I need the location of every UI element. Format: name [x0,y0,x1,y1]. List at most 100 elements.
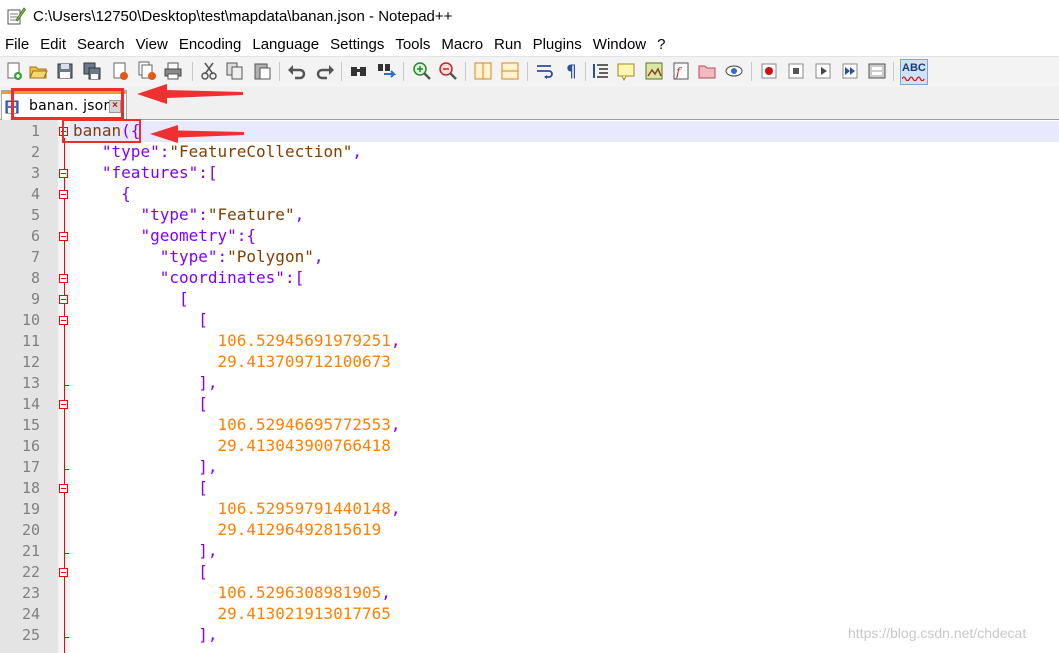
code-punctuation: ], [198,625,218,644]
menu-search[interactable]: Search [72,36,131,53]
line-number: 8 [30,269,40,287]
line-number: 3 [30,164,40,182]
code-punctuation: , [390,331,401,350]
stop-recording-icon[interactable] [786,61,806,81]
line-number: 25 [21,626,40,644]
word-wrap-icon[interactable] [535,61,555,81]
record-macro-icon[interactable] [759,61,779,81]
close-all-icon[interactable] [137,61,157,81]
line-number: 7 [30,248,40,266]
close-icon[interactable] [110,61,130,81]
play-macro-icon[interactable] [813,61,833,81]
line-number: 20 [21,521,40,539]
code-line-15: 106.52946695772553, [73,415,401,434]
line-number-gutter: 1 2 3 4 5 6 7 8 9 10 11 12 13 14 15 16 1… [0,120,58,653]
menu-encoding[interactable]: Encoding [174,36,248,53]
code-number: 106.5296308981905 [217,583,382,602]
fold-toggle-icon[interactable] [59,484,68,493]
fold-toggle-icon[interactable] [59,316,68,325]
menu-tools[interactable]: Tools [390,36,436,53]
language-icon[interactable] [616,61,636,81]
cut-icon[interactable] [199,61,219,81]
save-all-icon[interactable] [82,61,102,81]
tab-annotation-arrow [137,84,243,104]
line-number: 10 [21,311,40,329]
fold-toggle-icon[interactable] [59,232,68,241]
save-icon[interactable] [55,61,75,81]
menu-edit[interactable]: Edit [35,36,72,53]
sync-horizontal-icon[interactable] [500,61,520,81]
menu-file[interactable]: File [0,36,35,53]
editor[interactable]: 1 2 3 4 5 6 7 8 9 10 11 12 13 14 15 16 1… [0,120,1059,653]
menu-settings[interactable]: Settings [325,36,390,53]
toolbar-separator [585,62,586,81]
undo-icon[interactable] [287,61,307,81]
toolbar-separator [403,62,404,81]
folder-as-workspace-icon[interactable] [697,61,717,81]
toolbar-separator [751,62,752,81]
code-line-19: 106.52959791440148, [73,499,401,518]
fold-toggle-icon[interactable] [59,400,68,409]
code-number: 29.413021913017765 [217,604,391,623]
menu-macro[interactable]: Macro [436,36,489,53]
code-punctuation: : [217,247,228,266]
menu-view[interactable]: View [131,36,174,53]
title-bar: C:\Users\12750\Desktop\test\mapdata\bana… [0,0,1059,32]
line-number: 4 [30,185,40,203]
code-punctuation: , [390,499,401,518]
code-line-22: [ [73,562,208,581]
spell-check-icon[interactable]: ABC [900,59,928,85]
code-punctuation: ], [198,541,218,560]
code-key: "coordinates" [159,268,285,287]
monitoring-icon[interactable] [724,61,744,81]
code-punctuation: :[ [198,163,218,182]
zoom-out-icon[interactable] [438,61,458,81]
fold-toggle-icon[interactable] [59,190,68,199]
menu-window[interactable]: Window [588,36,652,53]
fold-toggle-icon[interactable] [59,295,68,304]
code-number: 29.413709712100673 [217,352,391,371]
line-number: 1 [30,122,40,140]
show-all-characters-icon[interactable]: ¶ [562,61,582,81]
fold-end-marker [64,637,69,638]
menu-plugins[interactable]: Plugins [528,36,588,53]
code-line-18: [ [73,478,208,497]
open-file-icon[interactable] [28,61,48,81]
find-icon[interactable] [349,61,369,81]
indent-guide-icon[interactable] [591,61,611,81]
zoom-in-icon[interactable] [412,61,432,81]
line-number: 18 [21,479,40,497]
new-file-icon[interactable] [4,61,24,81]
code-punctuation: , [390,415,401,434]
fold-toggle-icon[interactable] [59,568,68,577]
sync-vertical-icon[interactable] [473,61,493,81]
code-line-14: [ [73,394,208,413]
print-icon[interactable] [163,61,183,81]
copy-icon[interactable] [225,61,245,81]
menu-run[interactable]: Run [489,36,528,53]
run-macro-multiple-icon[interactable] [840,61,860,81]
document-map-icon[interactable] [644,61,664,81]
fold-toggle-icon[interactable] [59,169,68,178]
function-list-icon[interactable]: f [671,61,691,81]
line-number: 6 [30,227,40,245]
watermark: https://blog.csdn.net/chdecat [848,625,1027,641]
line-number: 9 [30,290,40,308]
line-number: 12 [21,353,40,371]
menu-help[interactable]: ? [652,36,671,53]
fold-toggle-icon[interactable] [59,274,68,283]
code-punctuation: [ [198,478,208,497]
code-punctuation: :{ [236,226,257,245]
code-key: "type" [159,247,218,266]
code-line-10: [ [73,310,208,329]
paste-icon[interactable] [252,61,272,81]
code-line-4: { [73,184,131,203]
replace-icon[interactable] [376,61,396,81]
code-line-9: [ [73,289,189,308]
menu-language[interactable]: Language [247,36,325,53]
line-number: 2 [30,143,40,161]
redo-icon[interactable] [315,61,335,81]
save-macro-icon[interactable] [867,61,887,81]
code-punctuation: , [294,205,305,224]
code-number: 29.41296492815619 [217,520,382,539]
